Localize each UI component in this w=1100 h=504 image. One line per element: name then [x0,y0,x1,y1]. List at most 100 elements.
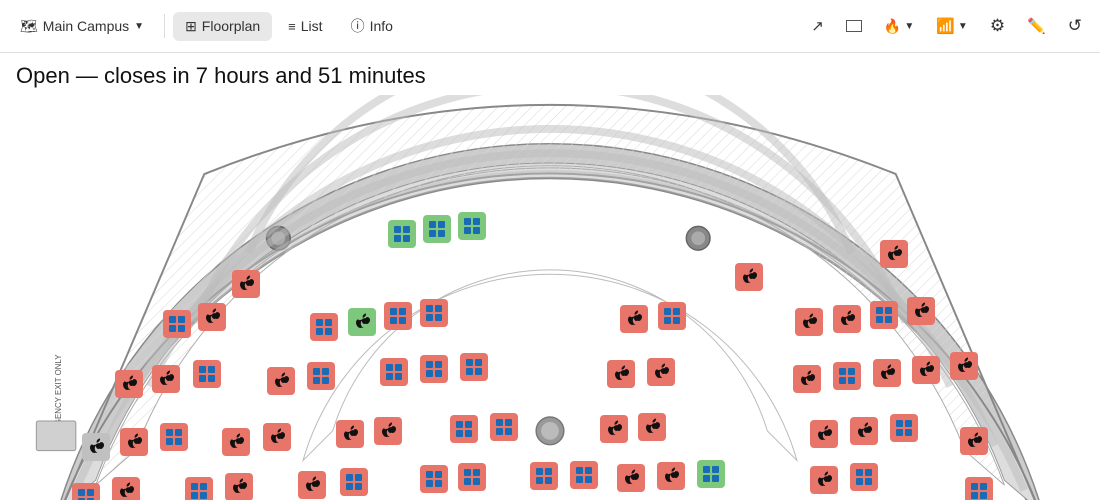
apple-icon [204,308,220,326]
computer-38[interactable] [263,423,291,451]
computer-62[interactable] [810,466,838,494]
computer-10[interactable] [348,308,376,336]
computer-45[interactable] [810,420,838,448]
computer-40[interactable] [374,417,402,445]
computer-57[interactable] [530,462,558,490]
computer-60[interactable] [657,462,685,490]
computer-35[interactable] [120,428,148,456]
apple-icon [380,422,396,440]
computer-4[interactable] [232,270,260,298]
status-bar: Open — closes in 7 hours and 51 minutes [0,53,1100,95]
computer-11[interactable] [384,302,412,330]
computer-16[interactable] [833,305,861,333]
computer-43[interactable] [600,415,628,443]
campus-label: Main Campus [43,18,129,34]
computer-46[interactable] [850,417,878,445]
nav-divider-1 [164,14,165,38]
computer-15[interactable] [795,308,823,336]
computer-26[interactable] [460,353,488,381]
computer-18[interactable] [907,297,935,325]
computer-12[interactable] [420,299,448,327]
computer-51[interactable] [185,477,213,500]
computer-2[interactable] [423,215,451,243]
computer-58[interactable] [570,461,598,489]
computer-39[interactable] [336,420,364,448]
apple-icon [644,418,660,436]
campus-dropdown[interactable]: 🗺 Main Campus ▼ [8,12,156,41]
computer-17[interactable] [870,301,898,329]
computer-6[interactable] [880,240,908,268]
computer-7[interactable] [163,310,191,338]
computer-53[interactable] [298,471,326,499]
computer-1[interactable] [388,220,416,248]
computer-24[interactable] [380,358,408,386]
computer-23[interactable] [307,362,335,390]
computer-47[interactable] [890,414,918,442]
computer-21[interactable] [193,360,221,388]
list-tab[interactable]: ≡ List [276,12,334,40]
computer-41[interactable] [450,415,478,443]
computer-49[interactable] [72,483,100,500]
list-icon: ≡ [288,19,296,34]
apple-icon [342,425,358,443]
computer-52[interactable] [225,473,253,500]
info-tab[interactable]: ⓘ Info [339,10,405,42]
export-icon: ↗ [811,17,824,35]
computer-64[interactable] [965,477,993,500]
computer-59[interactable] [617,464,645,492]
apple-icon [121,375,137,393]
computer-63[interactable] [850,463,878,491]
computer-27[interactable] [607,360,635,388]
computer-19[interactable] [115,370,143,398]
computer-20[interactable] [152,365,180,393]
computer-25[interactable] [420,355,448,383]
refresh-button[interactable]: ↺ [1058,10,1092,42]
list-label: List [301,18,323,34]
fire-button[interactable]: 🔥 ▼ [874,12,924,41]
computer-61[interactable] [697,460,725,488]
computer-44[interactable] [638,413,666,441]
computer-9[interactable] [310,313,338,341]
apple-icon [613,365,629,383]
pencil-icon: ✏️ [1027,17,1046,35]
computer-8[interactable] [198,303,226,331]
window-button[interactable] [836,14,872,38]
computer-14[interactable] [658,302,686,330]
computer-32[interactable] [912,356,940,384]
apple-icon [663,467,679,485]
info-label: Info [370,18,393,34]
computer-29[interactable] [793,365,821,393]
computer-36[interactable] [160,423,188,451]
apple-icon [913,302,929,320]
computer-54[interactable] [340,468,368,496]
computer-37[interactable] [222,428,250,456]
computer-5[interactable] [735,263,763,291]
computer-3[interactable] [458,212,486,240]
computer-48[interactable] [960,427,988,455]
floorplan-tab[interactable]: ⊞ Floorplan [173,12,272,41]
chart-button[interactable]: 📶 ▼ [926,11,978,41]
computer-56[interactable] [458,463,486,491]
export-button[interactable]: ↗ [801,11,834,41]
computer-31[interactable] [873,359,901,387]
apple-icon [273,372,289,390]
computer-42[interactable] [490,413,518,441]
computer-55[interactable] [420,465,448,493]
computer-50[interactable] [112,477,140,500]
computer-22[interactable] [267,367,295,395]
gear-button[interactable]: ⚙ [980,10,1015,42]
pencil-button[interactable]: ✏️ [1017,11,1056,41]
apple-icon [238,275,254,293]
chart-icon: 📶 [936,17,955,35]
apple-icon [126,433,142,451]
floorplan-label: Floorplan [202,18,260,34]
apple-icon [228,433,244,451]
computer-34[interactable] [82,433,110,461]
apple-icon [816,425,832,443]
apple-icon [606,420,622,438]
computer-28[interactable] [647,358,675,386]
computer-13[interactable] [620,305,648,333]
apple-icon [304,476,320,494]
computer-30[interactable] [833,362,861,390]
computer-33[interactable] [950,352,978,380]
